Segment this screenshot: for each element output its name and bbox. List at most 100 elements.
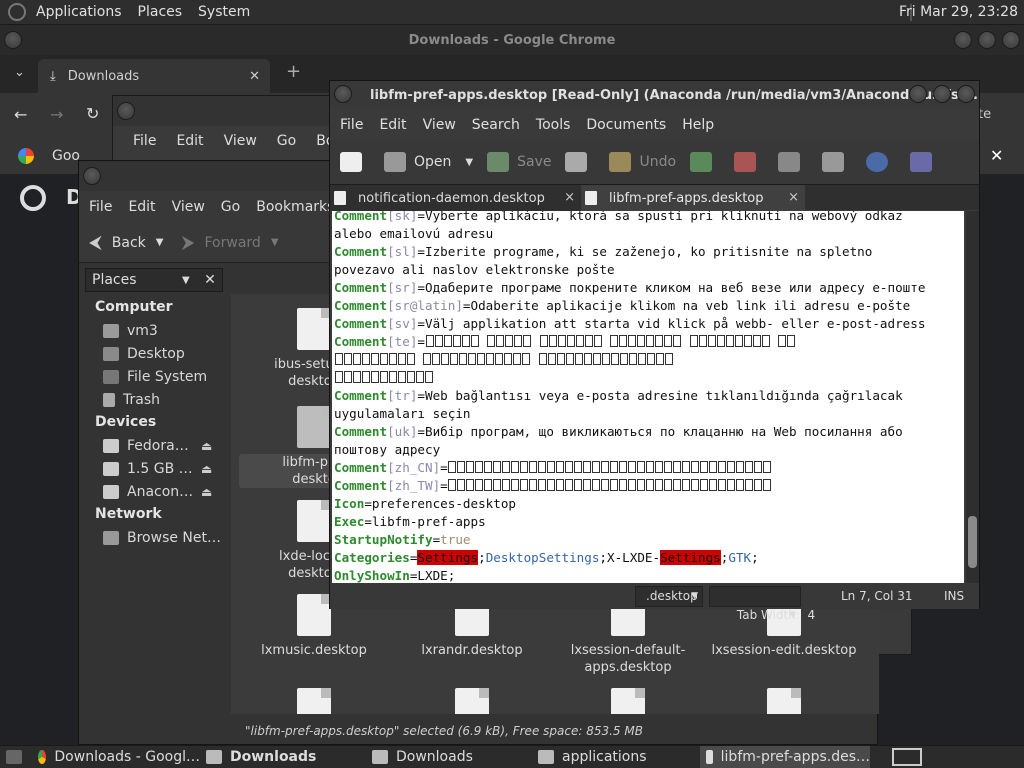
clock[interactable]: Fri Mar 29, 23:28 xyxy=(899,4,1018,20)
editor-minimize-button[interactable] xyxy=(909,85,927,103)
missing-glyph-run xyxy=(334,352,673,367)
eject-icon[interactable]: ⏏ xyxy=(201,462,212,476)
text-line: Comment[tr]=Web bağlantısı veya e-posta … xyxy=(334,388,903,403)
editor-menu-button[interactable] xyxy=(334,85,352,103)
sidebar-item-vm3[interactable]: vm3 xyxy=(79,319,231,342)
editor-menu-edit[interactable]: Edit xyxy=(371,117,414,133)
file-item[interactable] xyxy=(709,688,859,714)
drive-icon xyxy=(103,461,119,476)
cursor-position: Ln 7, Col 31 xyxy=(841,589,913,603)
file-item[interactable] xyxy=(397,688,547,714)
open-button[interactable]: Open ▼ xyxy=(384,152,473,172)
taskbar-item-applications[interactable]: applications xyxy=(532,746,700,768)
document-icon xyxy=(334,191,346,205)
fm-forward-button[interactable]: ⮞ Forward ▼ xyxy=(181,232,278,253)
taskbar-item-downloads-active[interactable]: Downloads xyxy=(200,746,366,768)
chrome-forward-icon[interactable]: → xyxy=(50,105,63,124)
sidebar-item-trash[interactable]: Trash xyxy=(79,388,231,411)
chrome-back-icon[interactable]: ← xyxy=(14,105,27,124)
new-tab-button[interactable]: + xyxy=(286,61,301,82)
places-menu[interactable]: Places xyxy=(130,4,191,20)
eject-icon[interactable]: ⏏ xyxy=(201,439,212,453)
fm-menu-edit[interactable]: Edit xyxy=(120,199,163,215)
forward-history-chevron-icon[interactable]: ▼ xyxy=(271,237,279,248)
bookmark-google-label[interactable]: Goo xyxy=(52,148,80,164)
editor-menu-view[interactable]: View xyxy=(415,117,464,133)
file-item[interactable] xyxy=(239,688,389,714)
paste-button[interactable] xyxy=(822,152,852,172)
chrome-close-button[interactable] xyxy=(1002,31,1020,49)
redo-button[interactable] xyxy=(690,152,720,172)
fm-back-menu-view[interactable]: View xyxy=(214,133,267,149)
close-icon[interactable]: ✕ xyxy=(199,268,221,292)
replace-button[interactable] xyxy=(910,152,940,172)
chrome-tab-downloads[interactable]: ⤓ Downloads ✕ xyxy=(38,59,270,93)
insert-mode: INS xyxy=(944,589,965,603)
text-area[interactable]: Comment[sk]=Vyberte aplikáciu, ktorá sa … xyxy=(332,211,964,583)
chrome-maximize-button[interactable] xyxy=(978,31,996,49)
editor-titlebar[interactable]: libfm-pref-apps.desktop [Read-Only] (Ana… xyxy=(330,81,979,109)
search-button[interactable] xyxy=(866,152,896,172)
new-document-button[interactable] xyxy=(340,152,370,172)
print-button[interactable] xyxy=(565,152,595,172)
language-selector[interactable]: .desktop ▼ xyxy=(635,586,703,607)
eject-icon[interactable]: ⏏ xyxy=(201,485,212,499)
undo-button[interactable]: Undo xyxy=(609,152,676,172)
open-recent-chevron-icon[interactable]: ▼ xyxy=(465,157,473,168)
workspace-switcher[interactable] xyxy=(886,746,946,768)
chrome-minimize-button[interactable] xyxy=(954,31,972,49)
fm-menu-view[interactable]: View xyxy=(164,199,213,215)
tab-search-icon[interactable]: ⌄ xyxy=(14,65,25,80)
chrome-titlebar[interactable]: Downloads - Google Chrome xyxy=(0,25,1024,55)
close-icon[interactable]: × xyxy=(788,190,799,205)
sidebar-item-fedora[interactable]: Fedora… ⏏ xyxy=(79,434,231,457)
system-menu[interactable]: System xyxy=(190,4,258,20)
sidebar-item-label: Desktop xyxy=(127,345,185,362)
copy-button[interactable] xyxy=(778,152,808,172)
tab-libfm-pref-apps[interactable]: libfm-pref-apps.desktop × xyxy=(581,185,805,211)
taskbar-item-editor[interactable]: libfm-pref-apps.des… xyxy=(700,746,870,768)
google-icon[interactable] xyxy=(18,148,34,164)
fm-menu-file[interactable]: File xyxy=(81,199,120,215)
fm-back-menu-button[interactable] xyxy=(117,102,135,120)
fm-back-menu-go[interactable]: Go xyxy=(267,133,306,149)
cut-button[interactable] xyxy=(734,152,764,172)
chrome-menu-button[interactable] xyxy=(4,31,22,49)
distro-logo-icon[interactable] xyxy=(8,3,26,21)
fm-forward-label: Forward xyxy=(204,234,261,251)
fm-menu-go[interactable]: Go xyxy=(213,199,248,215)
sidebar-item-filesystem[interactable]: File System xyxy=(79,365,231,388)
editor-menu-search[interactable]: Search xyxy=(464,117,528,133)
editor-menu-file[interactable]: File xyxy=(332,117,371,133)
sidebar-item-desktop[interactable]: Desktop xyxy=(79,342,231,365)
tab-width-selector[interactable]: Tab Width: 4 ▼ xyxy=(709,586,815,622)
editor-menu-documents[interactable]: Documents xyxy=(578,117,674,133)
fm-back-button[interactable]: ⮜ Back ▼ xyxy=(89,232,163,253)
applications-menu[interactable]: Applications xyxy=(28,4,130,20)
save-button[interactable]: Save xyxy=(487,152,551,172)
taskbar-item-chrome[interactable]: Downloads - Googl… xyxy=(32,746,200,768)
editor-maximize-button[interactable] xyxy=(933,85,951,103)
document-icon xyxy=(455,688,489,714)
chrome-reload-icon[interactable]: ↻ xyxy=(86,104,99,123)
sidebar-item-browse-network[interactable]: Browse Net… xyxy=(79,526,231,549)
sidebar-item-1-5gb[interactable]: 1.5 GB … ⏏ xyxy=(79,457,231,480)
editor-close-button[interactable] xyxy=(957,85,975,103)
close-icon[interactable]: × xyxy=(564,190,575,205)
file-item[interactable] xyxy=(553,688,703,714)
fm-back-menu-file[interactable]: File xyxy=(123,133,166,149)
fm-back-menu-edit[interactable]: Edit xyxy=(166,133,213,149)
editor-menu-tools[interactable]: Tools xyxy=(528,117,579,133)
editor-vertical-scrollbar[interactable] xyxy=(966,211,979,583)
scrollbar-thumb[interactable] xyxy=(968,516,977,568)
close-icon[interactable]: ✕ xyxy=(990,146,1003,165)
fm-menu-button[interactable] xyxy=(83,167,101,185)
tab-notification-daemon[interactable]: notification-daemon.desktop × xyxy=(330,185,581,211)
editor-status-bar: .desktop ▼ Tab Width: 4 ▼ Ln 7, Col 31 INS xyxy=(330,584,979,622)
back-history-chevron-icon[interactable]: ▼ xyxy=(156,237,164,248)
taskbar-item-downloads[interactable]: Downloads xyxy=(366,746,532,768)
editor-menu-help[interactable]: Help xyxy=(674,117,722,133)
sidebar-item-anaconda[interactable]: Anacon… ⏏ xyxy=(79,480,231,503)
show-desktop-button[interactable] xyxy=(0,746,32,768)
chrome-tab-close-icon[interactable]: ✕ xyxy=(249,69,260,84)
